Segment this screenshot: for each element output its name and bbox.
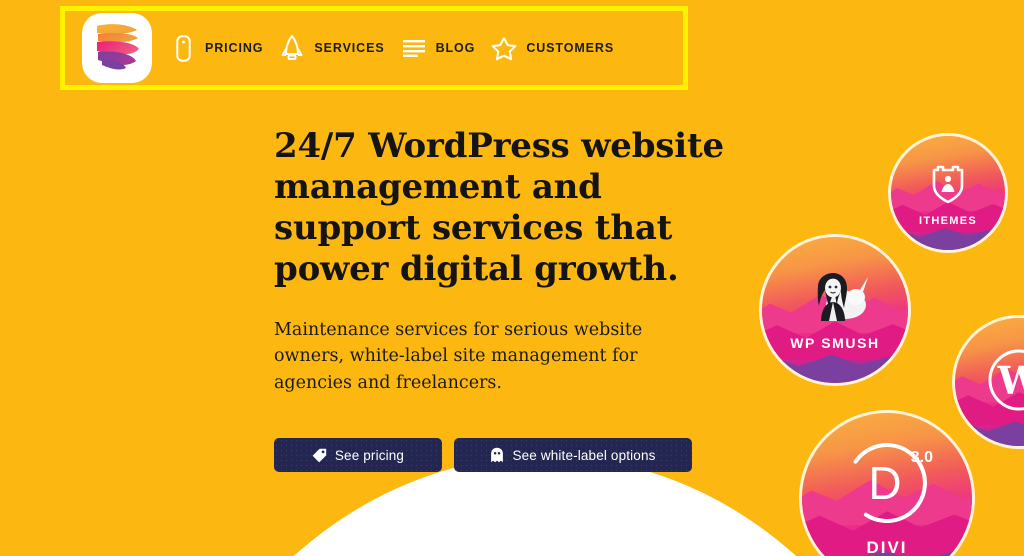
shield-icon xyxy=(928,160,968,209)
badge-divi: D 3.0 DIVI xyxy=(802,413,972,556)
divi-version-superscript: 3.0 xyxy=(910,448,933,466)
ghost-icon xyxy=(490,447,504,463)
cta-button-row: See pricing See white-label options xyxy=(274,438,692,472)
hero-section: ITHEMES WP SMUSH W D 3.0 DIVI PRICING SE… xyxy=(0,0,1024,556)
nav-label-blog: BLOG xyxy=(435,41,476,55)
badge-wpsmush: WP SMUSH xyxy=(762,237,908,383)
brand-logo[interactable] xyxy=(82,13,152,83)
nav-label-pricing: PRICING xyxy=(205,41,264,55)
star-icon xyxy=(491,33,517,63)
mascot-icon xyxy=(796,271,874,328)
nav-item-blog[interactable]: BLOG xyxy=(401,33,476,63)
hero-subtitle: Maintenance services for serious website… xyxy=(274,319,643,394)
text-lines-icon xyxy=(401,33,427,63)
badge-ithemes: ITHEMES xyxy=(891,136,1005,250)
see-white-label-options-label: See white-label options xyxy=(512,447,656,463)
badge-label: WP SMUSH xyxy=(790,334,880,351)
hero-content: 24/7 WordPress website management and su… xyxy=(274,126,734,397)
svg-text:D: D xyxy=(868,457,901,509)
rocket-icon xyxy=(279,33,305,63)
see-pricing-button[interactable]: See pricing xyxy=(274,438,442,472)
badge-label: DIVI xyxy=(866,537,908,556)
wordpress-w-icon: W xyxy=(987,348,1024,417)
page-title: 24/7 WordPress website management and su… xyxy=(274,126,724,290)
see-pricing-label: See pricing xyxy=(334,447,405,463)
nav-label-customers: CUSTOMERS xyxy=(526,41,615,55)
nav-item-pricing[interactable]: PRICING xyxy=(170,33,263,63)
price-tag-icon xyxy=(170,33,196,63)
nav-label-services: SERVICES xyxy=(314,41,385,55)
nav-item-customers[interactable]: CUSTOMERS xyxy=(491,33,614,63)
tag-icon xyxy=(312,448,327,463)
main-navigation: PRICING SERVICES BLOG CUSTOMERS xyxy=(60,6,688,90)
badge-label: ITHEMES xyxy=(919,214,977,227)
see-white-label-options-button[interactable]: See white-label options xyxy=(454,438,692,472)
nav-item-services[interactable]: SERVICES xyxy=(279,33,384,63)
divi-d-icon: D 3.0 xyxy=(845,441,933,530)
svg-text:W: W xyxy=(997,358,1024,403)
